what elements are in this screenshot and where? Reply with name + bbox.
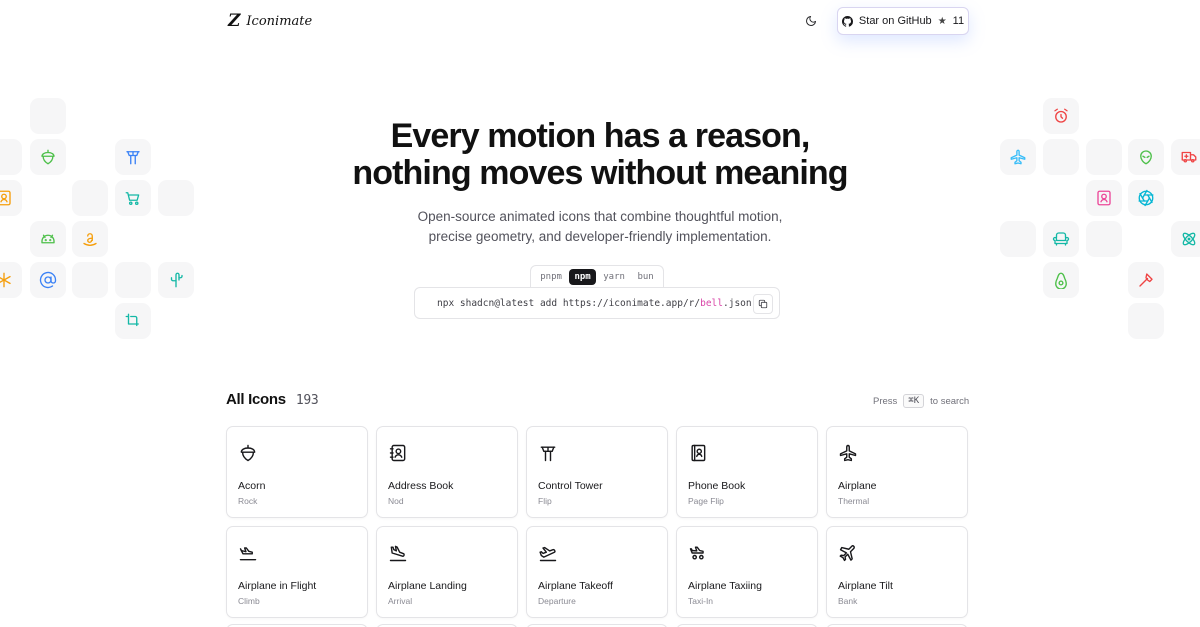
github-label: Star on GitHub: [858, 15, 932, 27]
icon-count: 193: [295, 393, 319, 408]
hero-title-line1: Every motion has a reason,: [390, 117, 811, 155]
tab-pnpm[interactable]: pnpm: [535, 269, 567, 285]
floating-tile-asterisk[interactable]: [0, 262, 22, 298]
search-hint-suffix: to search: [930, 395, 970, 407]
icon-card-name: Control Tower: [538, 480, 603, 492]
icon-card-phone-book[interactable]: Phone Book Page Flip: [676, 426, 818, 518]
hero-title: Every motion has a reason, nothing moves…: [0, 118, 1200, 192]
icon-card-name: Airplane Takeoff: [538, 580, 613, 592]
hero-subtitle-line1: Open-source animated icons that combine …: [417, 209, 783, 224]
icon-card-name: Phone Book: [688, 480, 746, 492]
icon-card-name: Acorn: [238, 480, 266, 492]
copy-icon: [758, 299, 768, 309]
icon-card-airplane-landing[interactable]: Airplane Landing Arrival: [376, 526, 518, 618]
icon-card-control-tower[interactable]: Control Tower Flip: [526, 426, 668, 518]
icon-card-acorn[interactable]: Acorn Rock: [226, 426, 368, 518]
asterisk-icon: [0, 272, 11, 288]
icon-card-animation: Arrival: [388, 596, 413, 606]
icon-card-name: Airplane in Flight: [238, 580, 317, 592]
airplane-landing-icon: [388, 543, 408, 563]
acorn-icon: [238, 443, 258, 463]
all-icons-title: All Icons: [226, 391, 286, 408]
github-icon: [841, 15, 853, 27]
hero-title-line2: nothing moves without meaning: [352, 154, 848, 192]
avocado-icon: [1055, 272, 1067, 289]
address-book-icon: [388, 443, 408, 463]
install-command[interactable]: npx shadcn@latest add https://iconimate.…: [414, 287, 780, 319]
icon-card-animation: Thermal: [838, 496, 870, 506]
icon-card-animation: Taxi-In: [688, 596, 714, 606]
command-highlight: bell: [700, 297, 723, 309]
search-hint-prefix: Press: [873, 395, 898, 407]
control-tower-icon: [538, 443, 558, 463]
copy-button[interactable]: [753, 294, 773, 314]
icon-card-animation: Climb: [238, 596, 260, 606]
star-icon: ★: [937, 15, 947, 27]
icon-card-animation: Page Flip: [688, 496, 724, 506]
hero-subtitle-line2: precise geometry, and developer-friendly…: [428, 229, 772, 244]
icon-card-airplane[interactable]: Airplane Thermal: [826, 426, 968, 518]
icon-card-name: Airplane Tilt: [838, 580, 893, 592]
floating-tile: [1128, 303, 1164, 339]
logo-mark-icon: Z: [228, 11, 241, 31]
at-sign-icon: [39, 271, 57, 289]
package-manager-tabs: pnpm npm yarn bun: [530, 265, 664, 287]
command-suffix: .json: [723, 297, 752, 309]
icon-card-name: Address Book: [388, 480, 454, 492]
tab-bun[interactable]: bun: [632, 269, 658, 285]
axe-icon: [1139, 273, 1153, 287]
icon-card-airplane-tilt[interactable]: Airplane Tilt Bank: [826, 526, 968, 618]
floating-tile-avocado[interactable]: [1043, 262, 1079, 298]
search-hint: Press ⌘K to search: [873, 394, 969, 408]
icon-grid: Acorn Rock Address Book Nod Control Towe…: [226, 426, 970, 618]
icon-card-airplane-takeoff[interactable]: Airplane Takeoff Departure: [526, 526, 668, 618]
github-star-count: 11: [952, 15, 965, 27]
floating-tile-cactus[interactable]: [158, 262, 194, 298]
airplane-in-flight-icon: [238, 543, 258, 563]
icon-card-animation: Nod: [388, 496, 404, 506]
icon-card-animation: Rock: [238, 496, 258, 506]
floating-tile-crop[interactable]: [115, 303, 151, 339]
icon-card-animation: Bank: [838, 596, 858, 606]
airplane-takeoff-icon: [538, 543, 558, 563]
airplane-tilt-icon: [838, 543, 858, 563]
icon-card-address-book[interactable]: Address Book Nod: [376, 426, 518, 518]
logo-text: Iconimate: [246, 13, 313, 29]
phone-book-icon: [688, 443, 708, 463]
floating-tile-at[interactable]: [30, 262, 66, 298]
hero-subtitle: Open-source animated icons that combine …: [0, 207, 1200, 247]
icon-card-name: Airplane Taxiing: [688, 580, 762, 592]
crop-icon: [125, 313, 139, 327]
floating-tile: [115, 262, 151, 298]
floating-tile: [72, 262, 108, 298]
tab-npm[interactable]: npm: [569, 268, 596, 285]
airplane-icon: [838, 443, 858, 463]
icon-card-animation: Flip: [538, 496, 552, 506]
tab-yarn[interactable]: yarn: [598, 269, 630, 285]
cactus-icon: [170, 272, 183, 288]
header: Z Iconimate Star on GitHub ★ 11: [0, 0, 1200, 44]
all-icons-heading: All Icons 193: [226, 391, 319, 408]
icon-card-airplane-taxiing[interactable]: Airplane Taxiing Taxi-In: [676, 526, 818, 618]
floating-tile-axe[interactable]: [1128, 262, 1164, 298]
search-shortcut-key[interactable]: ⌘K: [903, 394, 925, 408]
logo[interactable]: Z Iconimate: [228, 12, 312, 30]
github-star-button[interactable]: Star on GitHub ★ 11: [837, 7, 969, 35]
command-prefix: npx shadcn@latest add https://iconimate.…: [437, 297, 701, 309]
icon-card-name: Airplane: [838, 480, 877, 492]
theme-toggle-button[interactable]: [802, 12, 820, 30]
moon-icon: [806, 16, 816, 26]
icon-card-name: Airplane Landing: [388, 580, 467, 592]
icon-card-animation: Departure: [538, 596, 576, 606]
icon-card-airplane-in-flight[interactable]: Airplane in Flight Climb: [226, 526, 368, 618]
airplane-taxiing-icon: [688, 543, 708, 563]
